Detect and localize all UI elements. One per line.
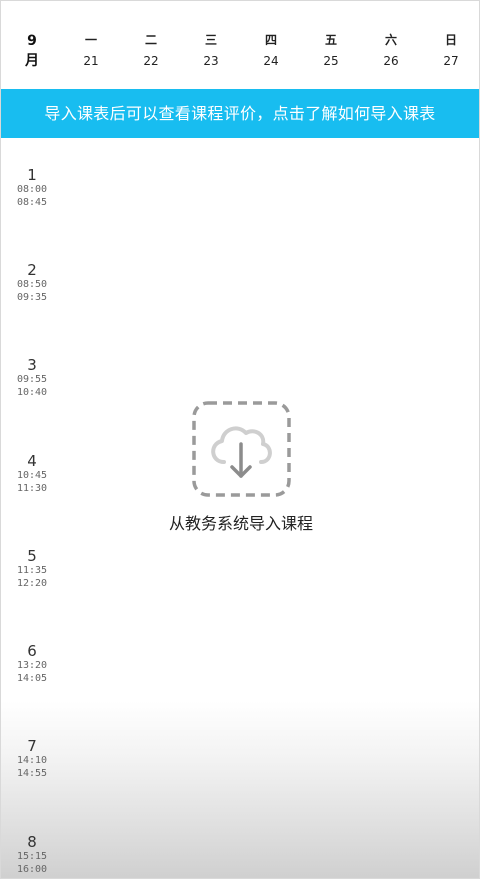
day-column-fri[interactable]: 五 25 xyxy=(305,33,357,68)
import-course-button[interactable] xyxy=(191,400,292,498)
period-8: 8 15:15 16:00 xyxy=(1,834,63,876)
period-start-time: 10:45 xyxy=(16,470,48,481)
period-number: 3 xyxy=(27,356,37,374)
date-label: 25 xyxy=(323,54,339,68)
week-header: 9 月 一 21 二 22 三 23 四 24 五 25 六 26 日 27 xyxy=(1,1,479,89)
day-column-sun[interactable]: 日 27 xyxy=(425,33,477,68)
period-5: 5 11:35 12:20 xyxy=(1,548,63,590)
weekday-label: 五 xyxy=(324,33,337,47)
day-column-sat[interactable]: 六 26 xyxy=(365,33,417,68)
import-tip-banner[interactable]: 导入课表后可以查看课程评价，点击了解如何导入课表 xyxy=(1,89,479,138)
period-6: 6 13:20 14:05 xyxy=(1,643,63,685)
period-number: 7 xyxy=(27,737,37,755)
period-end-time: 09:35 xyxy=(16,292,48,303)
period-start-time: 08:00 xyxy=(16,184,48,195)
period-number: 1 xyxy=(27,166,37,184)
weekday-label: 日 xyxy=(444,33,457,47)
period-end-time: 11:30 xyxy=(16,483,48,494)
weekday-label: 二 xyxy=(144,33,157,47)
period-number: 2 xyxy=(27,261,37,279)
day-column-wed[interactable]: 三 23 xyxy=(185,33,237,68)
date-label: 23 xyxy=(203,54,219,68)
empty-state: 从教务系统导入课程 xyxy=(151,400,331,536)
month-number: 9 xyxy=(27,33,37,49)
import-from-academic-system-label[interactable]: 从教务系统导入课程 xyxy=(151,512,331,536)
period-4: 4 10:45 11:30 xyxy=(1,453,63,495)
period-start-time: 11:35 xyxy=(16,565,48,576)
period-2: 2 08:50 09:35 xyxy=(1,262,63,304)
period-start-time: 14:10 xyxy=(16,755,48,766)
day-column-thu[interactable]: 四 24 xyxy=(245,33,297,68)
period-end-time: 12:20 xyxy=(16,578,48,589)
period-start-time: 13:20 xyxy=(16,660,48,671)
period-end-time: 10:40 xyxy=(16,387,48,398)
period-start-time: 15:15 xyxy=(16,851,48,862)
period-1: 1 08:00 08:45 xyxy=(1,167,63,209)
month-label: 9 月 xyxy=(1,31,63,71)
period-end-time: 14:55 xyxy=(16,768,48,779)
date-label: 26 xyxy=(383,54,399,68)
weekday-label: 四 xyxy=(264,33,277,47)
weekday-label: 三 xyxy=(204,33,217,47)
day-column-tue[interactable]: 二 22 xyxy=(125,33,177,68)
day-column-mon[interactable]: 一 21 xyxy=(65,33,117,68)
cloud-download-icon xyxy=(191,401,291,497)
period-number: 5 xyxy=(27,547,37,565)
period-number: 8 xyxy=(27,833,37,851)
weekday-label: 一 xyxy=(84,33,97,47)
schedule-screen: 9 月 一 21 二 22 三 23 四 24 五 25 六 26 日 27 导… xyxy=(0,0,480,879)
weekday-label: 六 xyxy=(384,33,397,47)
date-label: 22 xyxy=(143,54,159,68)
period-start-time: 08:50 xyxy=(16,279,48,290)
period-number: 6 xyxy=(27,642,37,660)
period-3: 3 09:55 10:40 xyxy=(1,357,63,399)
period-number: 4 xyxy=(27,452,37,470)
month-unit: 月 xyxy=(25,53,39,69)
date-label: 27 xyxy=(443,54,459,68)
period-end-time: 14:05 xyxy=(16,673,48,684)
period-7: 7 14:10 14:55 xyxy=(1,738,63,780)
period-start-time: 09:55 xyxy=(16,374,48,385)
period-end-time: 08:45 xyxy=(16,197,48,208)
date-label: 24 xyxy=(263,54,279,68)
date-label: 21 xyxy=(83,54,99,68)
period-end-time: 16:00 xyxy=(16,864,48,875)
